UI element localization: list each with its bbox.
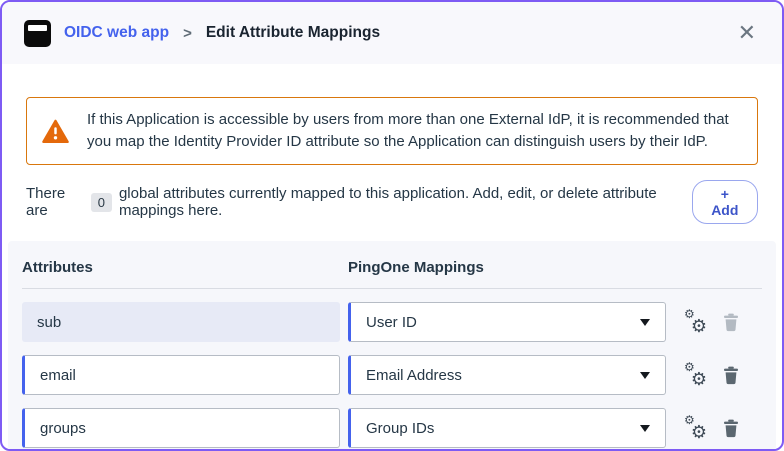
row-actions: ⚙ ⚙ — [684, 308, 739, 335]
application-window-icon — [24, 19, 51, 47]
delete-trash-icon[interactable] — [723, 419, 739, 438]
attribute-input-groups[interactable] — [22, 408, 340, 448]
attribute-input-email[interactable] — [22, 355, 340, 395]
dialog-header: OIDC web app > Edit Attribute Mappings ✕ — [2, 2, 782, 64]
mapping-dropdown-user-id[interactable]: User ID — [348, 302, 666, 342]
advanced-settings-gears-icon[interactable]: ⚙ ⚙ — [684, 308, 707, 335]
mapping-dropdown-group-ids[interactable]: Group IDs — [348, 408, 666, 448]
chevron-down-icon — [640, 424, 650, 432]
summary-suffix: global attributes currently mapped to th… — [118, 185, 657, 219]
add-mapping-button[interactable]: + Add — [691, 180, 758, 224]
mappings-table: Attributes PingOne Mappings User ID ⚙ ⚙ — [8, 241, 776, 449]
chevron-down-icon — [640, 318, 650, 326]
column-header-pingone-mappings: PingOne Mappings — [348, 259, 484, 276]
warning-triangle-icon — [42, 119, 69, 144]
summary-prefix: There are — [26, 185, 66, 219]
table-row: User ID ⚙ ⚙ — [22, 302, 762, 342]
mapped-count-badge: 0 — [90, 192, 112, 212]
table-body: User ID ⚙ ⚙ — [22, 289, 762, 448]
close-icon[interactable]: ✕ — [734, 20, 760, 46]
table-row: Group IDs ⚙ ⚙ — [22, 408, 762, 448]
warning-banner: If this Application is accessible by use… — [26, 97, 758, 165]
table-row: Email Address ⚙ ⚙ — [22, 355, 762, 395]
breadcrumb-app-link[interactable]: OIDC web app — [64, 24, 169, 42]
edit-attribute-mappings-dialog: OIDC web app > Edit Attribute Mappings ✕… — [0, 0, 784, 451]
warning-message: If this Application is accessible by use… — [87, 111, 729, 150]
page-title: Edit Attribute Mappings — [205, 24, 381, 41]
row-actions: ⚙ ⚙ — [684, 361, 739, 388]
mapping-selected-value: Group IDs — [366, 419, 435, 437]
mapping-selected-value: Email Address — [366, 366, 462, 384]
delete-trash-icon[interactable] — [723, 313, 739, 332]
chevron-down-icon — [640, 371, 650, 379]
table-header-row: Attributes PingOne Mappings — [22, 257, 762, 289]
advanced-settings-gears-icon[interactable]: ⚙ ⚙ — [684, 361, 707, 388]
summary-row: There are 0 global attributes currently … — [26, 180, 758, 224]
mapping-dropdown-email-address[interactable]: Email Address — [348, 355, 666, 395]
breadcrumb-chevron-icon: > — [183, 24, 192, 42]
column-header-attributes: Attributes — [22, 259, 93, 276]
mapping-selected-value: User ID — [366, 313, 417, 331]
advanced-settings-gears-icon[interactable]: ⚙ ⚙ — [684, 414, 707, 441]
row-actions: ⚙ ⚙ — [684, 414, 739, 441]
delete-trash-icon[interactable] — [723, 366, 739, 385]
attribute-input-sub — [22, 302, 340, 342]
